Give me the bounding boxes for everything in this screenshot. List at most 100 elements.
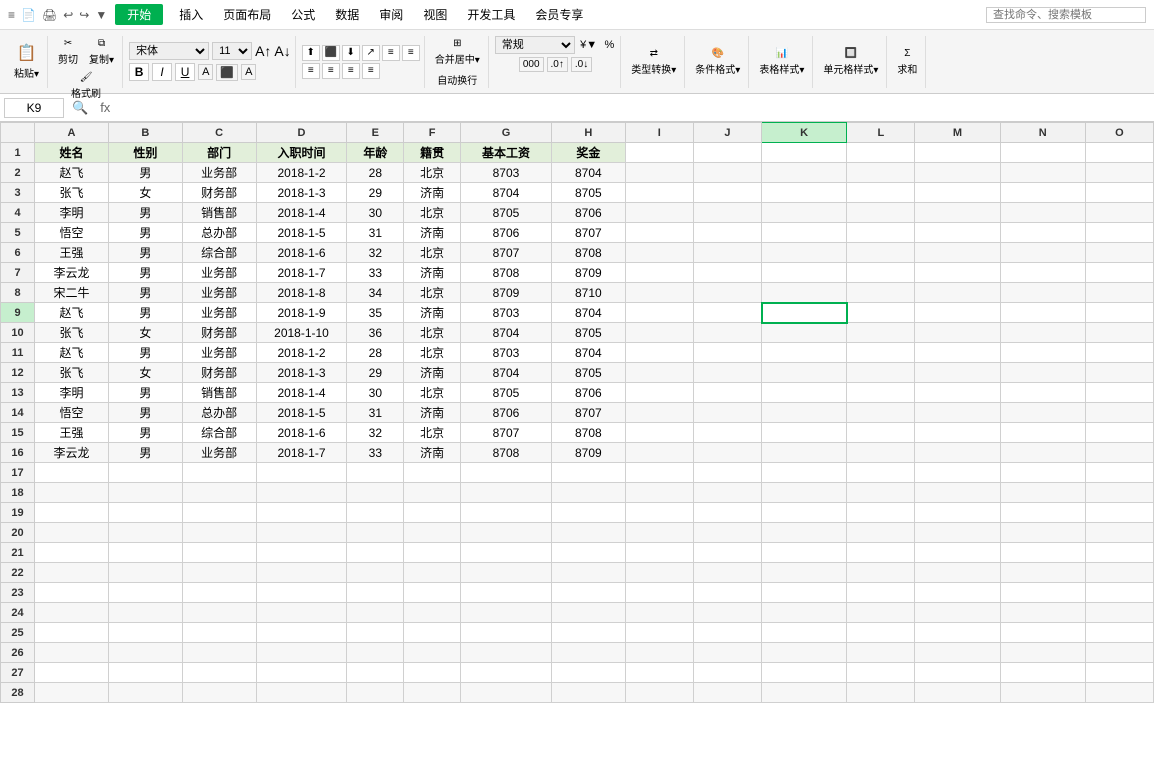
type-convert-button[interactable]: ⇄ 类型转换▾ [627,46,680,78]
cell-b11[interactable]: 男 [108,343,182,363]
thousands-button[interactable]: 000 [519,57,544,72]
cell-d26[interactable] [256,643,347,663]
cell-c8[interactable]: 业务部 [182,283,256,303]
cell-d7[interactable]: 2018-1-7 [256,263,347,283]
cell-m11[interactable] [915,343,1000,363]
cell-f11[interactable]: 北京 [404,343,461,363]
cell-f14[interactable]: 济南 [404,403,461,423]
cell-e18[interactable] [347,483,404,503]
format-painter-button[interactable]: 🖌 格式刷 [67,70,105,102]
cell-d11[interactable]: 2018-1-2 [256,343,347,363]
cell-k18[interactable] [762,483,847,503]
cell-a13[interactable]: 李明 [35,383,109,403]
cell-a23[interactable] [35,583,109,603]
cell-k2[interactable] [762,163,847,183]
cell-f12[interactable]: 济南 [404,363,461,383]
cell-g2[interactable]: 8703 [461,163,552,183]
row-header-2[interactable]: 2 [1,163,35,183]
row-header-20[interactable]: 20 [1,523,35,543]
cell-e20[interactable] [347,523,404,543]
cell-n9[interactable] [1000,303,1085,323]
cell-l25[interactable] [847,623,915,643]
cell-j19[interactable] [693,503,761,523]
cell-d2[interactable]: 2018-1-2 [256,163,347,183]
col-header-d[interactable]: D [256,123,347,143]
cell-b22[interactable] [108,563,182,583]
decrease-font-button[interactable]: A↓ [274,43,290,59]
cell-h6[interactable]: 8708 [551,243,625,263]
cell-d5[interactable]: 2018-1-5 [256,223,347,243]
cell-i24[interactable] [625,603,693,623]
cell-f17[interactable] [404,463,461,483]
cell-f15[interactable]: 北京 [404,423,461,443]
row-header-25[interactable]: 25 [1,623,35,643]
cell-j2[interactable] [693,163,761,183]
cell-c1[interactable]: 部门 [182,143,256,163]
cell-f23[interactable] [404,583,461,603]
cell-l26[interactable] [847,643,915,663]
cell-f6[interactable]: 北京 [404,243,461,263]
cell-m3[interactable] [915,183,1000,203]
cell-g22[interactable] [461,563,552,583]
cell-h16[interactable]: 8709 [551,443,625,463]
cell-f1[interactable]: 籍贯 [404,143,461,163]
cell-m5[interactable] [915,223,1000,243]
cell-d10[interactable]: 2018-1-10 [256,323,347,343]
cell-e26[interactable] [347,643,404,663]
cell-i15[interactable] [625,423,693,443]
cell-f21[interactable] [404,543,461,563]
cell-n4[interactable] [1000,203,1085,223]
cell-g5[interactable]: 8706 [461,223,552,243]
cell-l24[interactable] [847,603,915,623]
cell-l11[interactable] [847,343,915,363]
undo-icon[interactable]: ↩ [63,8,73,22]
cell-i13[interactable] [625,383,693,403]
cell-f10[interactable]: 北京 [404,323,461,343]
cell-n17[interactable] [1000,463,1085,483]
align-center-button[interactable]: ≡ [322,63,340,79]
font-color-button[interactable]: A [241,64,256,80]
cell-l3[interactable] [847,183,915,203]
cell-e27[interactable] [347,663,404,683]
cell-j26[interactable] [693,643,761,663]
new-icon[interactable]: 📄 [21,8,36,22]
cell-j17[interactable] [693,463,761,483]
cell-j23[interactable] [693,583,761,603]
cell-l14[interactable] [847,403,915,423]
cell-c3[interactable]: 财务部 [182,183,256,203]
cell-j28[interactable] [693,683,761,703]
cell-l2[interactable] [847,163,915,183]
cell-a9[interactable]: 赵飞 [35,303,109,323]
cell-a2[interactable]: 赵飞 [35,163,109,183]
cell-d18[interactable] [256,483,347,503]
cell-d21[interactable] [256,543,347,563]
cell-f7[interactable]: 济南 [404,263,461,283]
cell-i2[interactable] [625,163,693,183]
cell-l4[interactable] [847,203,915,223]
cell-f4[interactable]: 北京 [404,203,461,223]
cell-a5[interactable]: 悟空 [35,223,109,243]
cell-f9[interactable]: 济南 [404,303,461,323]
cell-j10[interactable] [693,323,761,343]
cell-k15[interactable] [762,423,847,443]
cell-b17[interactable] [108,463,182,483]
formula-menu[interactable]: 公式 [287,4,319,25]
cell-j1[interactable] [693,143,761,163]
cell-d28[interactable] [256,683,347,703]
cell-e25[interactable] [347,623,404,643]
increase-decimal-button[interactable]: .0↑ [547,57,568,72]
cell-j6[interactable] [693,243,761,263]
cell-c2[interactable]: 业务部 [182,163,256,183]
cell-f13[interactable]: 北京 [404,383,461,403]
cell-o2[interactable] [1085,163,1153,183]
cell-c23[interactable] [182,583,256,603]
cell-b7[interactable]: 男 [108,263,182,283]
cell-i19[interactable] [625,503,693,523]
cell-o3[interactable] [1085,183,1153,203]
cell-g23[interactable] [461,583,552,603]
cell-b5[interactable]: 男 [108,223,182,243]
cell-o6[interactable] [1085,243,1153,263]
cell-j12[interactable] [693,363,761,383]
cell-h21[interactable] [551,543,625,563]
cell-b13[interactable]: 男 [108,383,182,403]
